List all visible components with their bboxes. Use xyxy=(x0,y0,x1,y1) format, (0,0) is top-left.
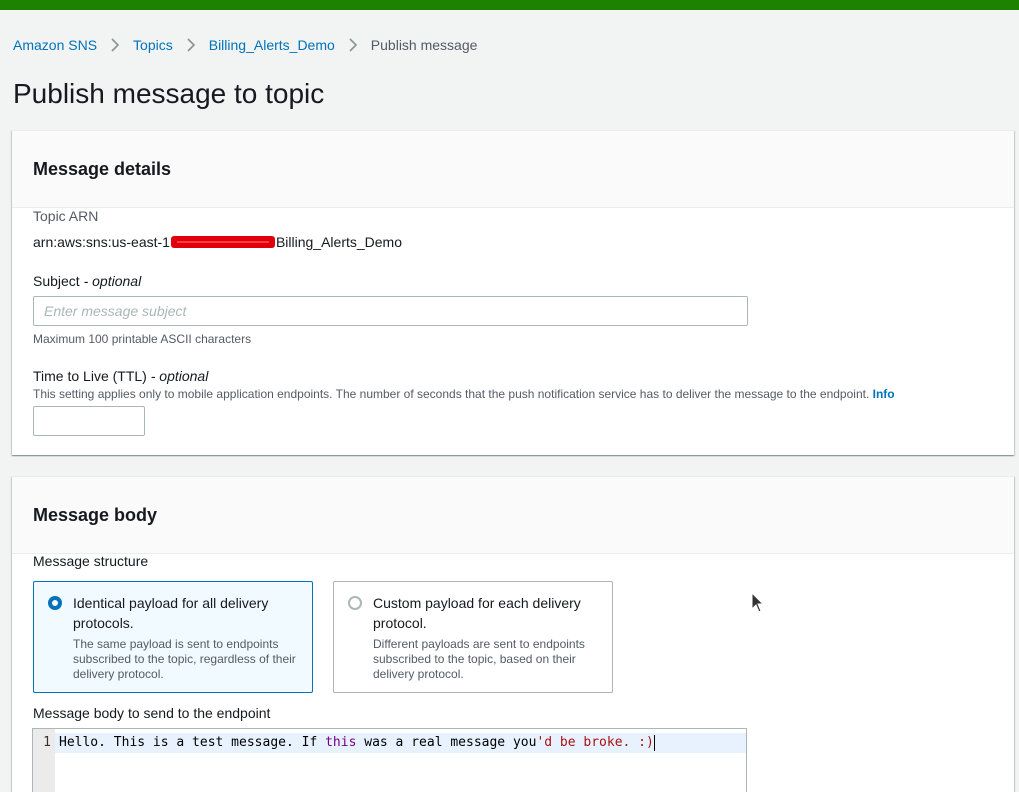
subject-hint: Maximum 100 printable ASCII characters xyxy=(33,332,252,346)
message-body-panel: Message body Message structure Identical… xyxy=(12,476,1014,792)
message-details-panel: Message details Topic ARN arn:aws:sns:us… xyxy=(12,130,1014,455)
message-body-heading: Message body xyxy=(33,504,158,525)
breadcrumb-current: Publish message xyxy=(370,37,478,53)
message-body-editor[interactable]: 1 Hello. This is a test message. If this… xyxy=(32,728,747,792)
ttl-description: This setting applies only to mobile appl… xyxy=(33,387,895,401)
ttl-input[interactable] xyxy=(33,406,145,436)
breadcrumb-amazon-sns[interactable]: Amazon SNS xyxy=(13,37,97,53)
topic-arn-label: Topic ARN xyxy=(33,208,99,224)
message-body-header: Message body xyxy=(12,477,1014,554)
mouse-pointer-icon xyxy=(751,592,765,613)
topic-arn-prefix: arn:aws:sns:us-east-1 xyxy=(33,234,170,250)
radio-selected-icon[interactable] xyxy=(48,596,62,610)
breadcrumb-topic-name[interactable]: Billing_Alerts_Demo xyxy=(209,37,335,53)
ttl-optional-text: - optional xyxy=(150,368,209,384)
option-identical-desc: The same payload is sent to endpoints su… xyxy=(73,637,296,681)
code-segment-text: Hello. This is a test message. If xyxy=(59,735,326,750)
ttl-description-text: This setting applies only to mobile appl… xyxy=(33,387,870,401)
radio-unselected-icon[interactable] xyxy=(348,596,362,610)
message-details-heading: Message details xyxy=(33,158,172,179)
code-segment-string: 'd be broke. :) xyxy=(536,735,654,750)
chevron-right-icon xyxy=(173,36,209,54)
topic-arn-suffix: Billing_Alerts_Demo xyxy=(275,234,403,250)
ttl-label-text: Time to Live (TTL) xyxy=(33,368,147,384)
breadcrumb: Amazon SNS Topics Billing_Alerts_Demo Pu… xyxy=(13,36,477,54)
editor-line-number: 1 xyxy=(43,735,51,750)
editor-code-line[interactable]: Hello. This is a test message. If this w… xyxy=(55,733,746,753)
subject-optional-text: - optional xyxy=(83,273,142,289)
topic-arn-value: arn:aws:sns:us-east-1 Billing_Alerts_Dem… xyxy=(33,232,402,252)
message-body-label: Message body to send to the endpoint xyxy=(33,705,271,721)
page-title: Publish message to topic xyxy=(13,78,325,109)
option-custom-title: Custom payload for each delivery protoco… xyxy=(373,595,581,631)
chevron-right-icon xyxy=(335,36,371,54)
option-identical-title: Identical payload for all delivery proto… xyxy=(73,595,269,631)
breadcrumb-topics[interactable]: Topics xyxy=(133,37,173,53)
subject-label: Subject - optional xyxy=(33,273,141,289)
message-details-header: Message details xyxy=(12,131,1014,208)
option-custom-payload[interactable]: Custom payload for each delivery protoco… xyxy=(333,581,613,693)
ttl-info-link[interactable]: Info xyxy=(873,387,895,401)
top-status-bar xyxy=(0,0,1019,10)
chevron-right-icon xyxy=(97,36,133,54)
subject-label-text: Subject xyxy=(33,273,80,289)
code-segment-keyword: this xyxy=(325,735,357,750)
message-structure-label: Message structure xyxy=(33,553,149,569)
option-identical-payload[interactable]: Identical payload for all delivery proto… xyxy=(33,581,313,693)
code-segment-text-2: was a real message you xyxy=(356,735,537,750)
redaction-mark xyxy=(170,236,275,248)
subject-input[interactable] xyxy=(33,296,748,326)
option-custom-desc: Different payloads are sent to endpoints… xyxy=(373,637,585,681)
ttl-label: Time to Live (TTL) - optional xyxy=(33,368,208,384)
text-cursor xyxy=(653,734,655,751)
